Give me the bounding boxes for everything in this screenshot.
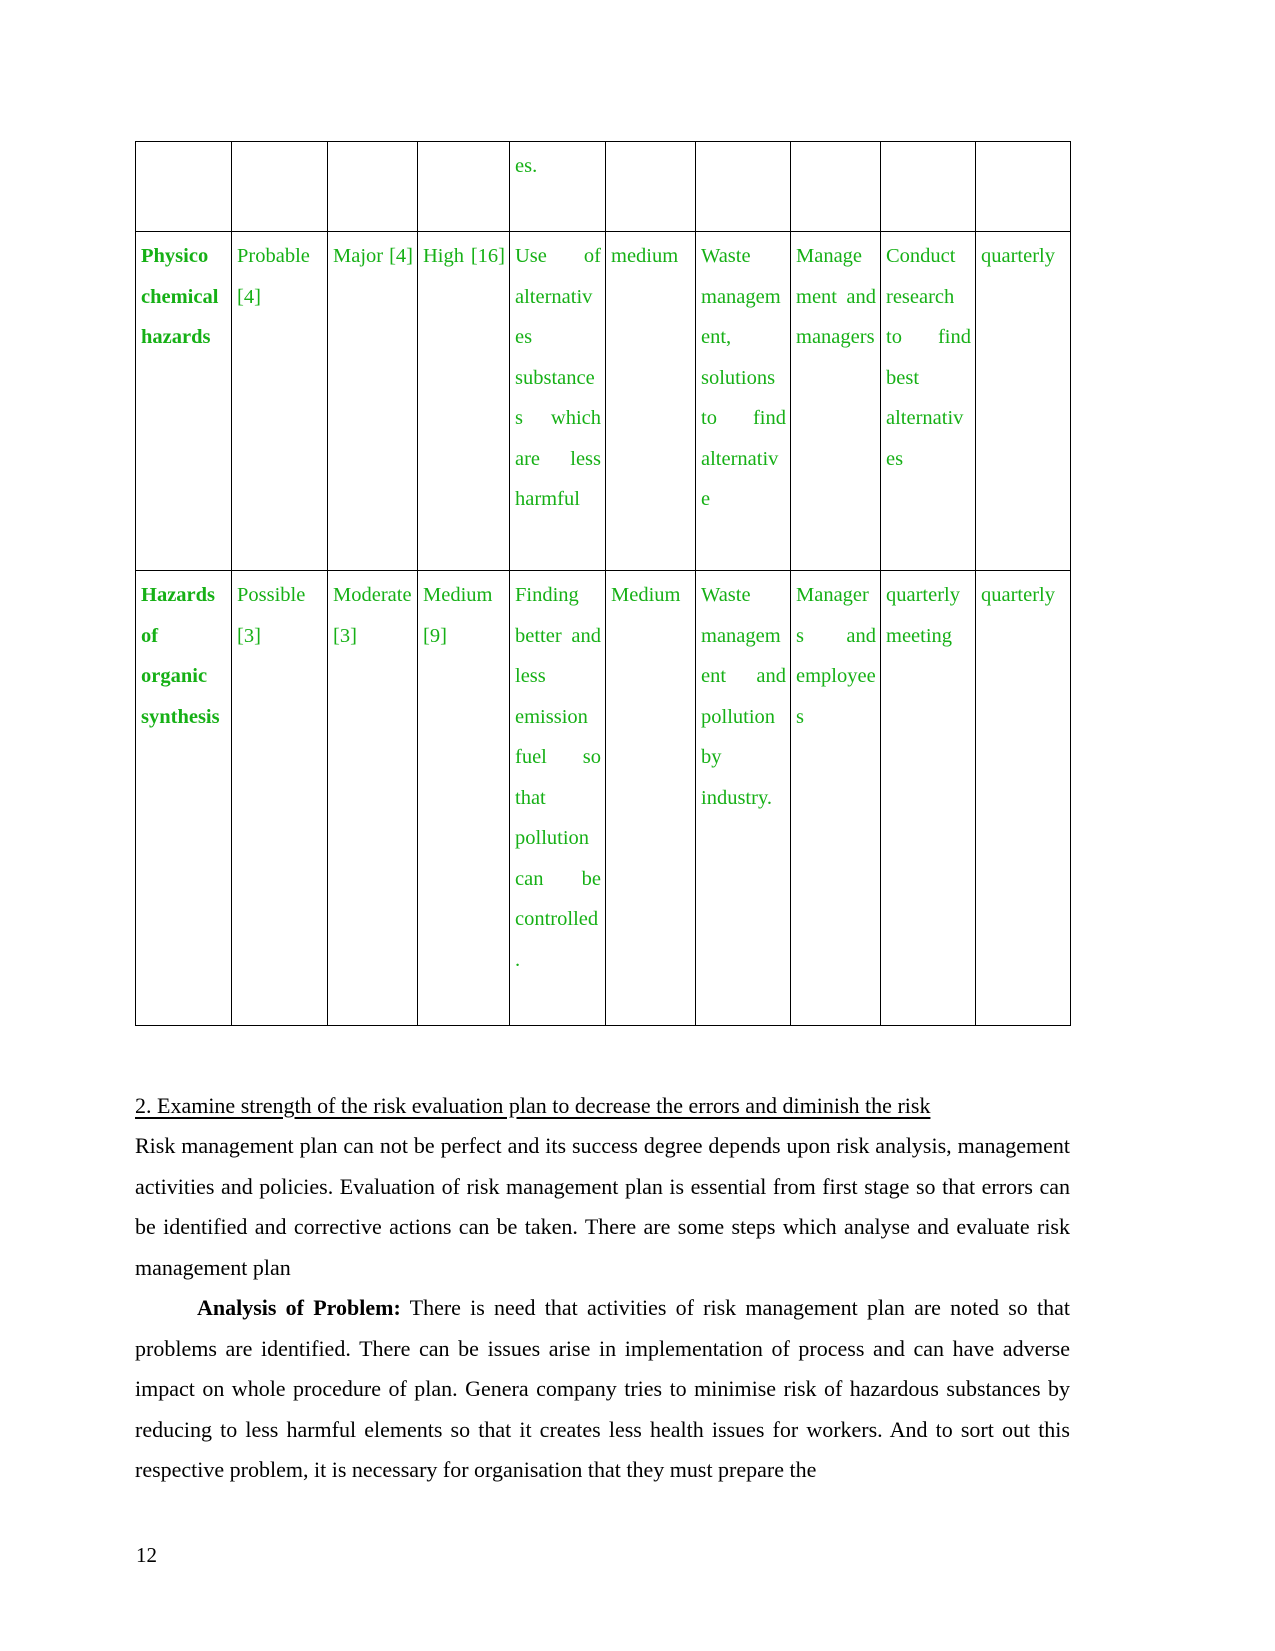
table-cell-action: Waste management and pollution by indust… xyxy=(695,570,791,1026)
cell-text xyxy=(611,146,691,187)
cell-text: Probable [4] xyxy=(237,245,310,308)
table-cell-severity: Major [4] xyxy=(327,231,418,571)
table-cell-followup: quarterly meeting xyxy=(880,570,976,1026)
table-cell-likelihood: Possible [3] xyxy=(231,570,328,1026)
table-cell xyxy=(695,141,791,232)
cell-text xyxy=(886,146,971,187)
cell-text xyxy=(237,146,323,187)
cell-text xyxy=(333,146,413,187)
table-cell xyxy=(231,141,328,232)
cell-text: Physico chemical hazards xyxy=(141,245,219,348)
cell-text xyxy=(141,146,227,187)
table-cell-frequency: quarterly xyxy=(975,570,1071,1026)
cell-text: Waste management, solutions to find alte… xyxy=(701,245,786,510)
table-cell xyxy=(135,141,232,232)
table-cell-responsible: Management and managers xyxy=(790,231,881,571)
cell-text: High [16] xyxy=(423,245,505,267)
paragraph-2: Analysis of Problem: There is need that … xyxy=(135,1288,1070,1491)
cell-text: quarterly meeting xyxy=(886,584,960,647)
page-content: es. Physico chemical hazards Probable [4… xyxy=(135,141,1071,1491)
cell-text: es. xyxy=(515,155,538,177)
cell-text: Hazards of organic synthesis xyxy=(141,584,220,728)
table-cell-residual-risk: Medium xyxy=(605,570,696,1026)
cell-text: Finding better and less emission fuel so… xyxy=(515,584,601,971)
cell-text: Managers and employees xyxy=(796,584,876,728)
table-cell-hazard-name: Physico chemical hazards xyxy=(135,231,232,571)
cell-text: quarterly xyxy=(981,245,1055,267)
body-text-block: 2. Examine strength of the risk evaluati… xyxy=(135,1086,1070,1491)
cell-text: Major [4] xyxy=(333,245,413,267)
cell-text: Moderate [3] xyxy=(333,584,412,647)
cell-text: Conduct research to find best alternativ… xyxy=(886,245,971,470)
table-cell-residual-risk: medium xyxy=(605,231,696,571)
cell-text xyxy=(981,146,1066,187)
paragraph-2-lead-in: Analysis of Problem: xyxy=(197,1295,401,1320)
cell-text xyxy=(701,146,786,187)
table-cell-risk-rating: High [16] xyxy=(417,231,510,571)
risk-assessment-table: es. Physico chemical hazards Probable [4… xyxy=(135,141,1071,1026)
cell-text: medium xyxy=(611,245,679,267)
paragraph-2-body: There is need that activities of risk ma… xyxy=(135,1295,1071,1482)
table-cell-frequency: quarterly xyxy=(975,231,1071,571)
cell-text: Medium [9] xyxy=(423,584,493,647)
table-cell-hazard-name: Hazards of organic synthesis xyxy=(135,570,232,1026)
cell-text: Possible [3] xyxy=(237,584,306,647)
table-cell-severity: Moderate [3] xyxy=(327,570,418,1026)
table-cell xyxy=(417,141,510,232)
cell-text: Use of alternatives substances which are… xyxy=(515,245,601,510)
table-cell-likelihood: Probable [4] xyxy=(231,231,328,571)
paragraph-1: Risk management plan can not be perfect … xyxy=(135,1133,1070,1280)
table-cell-followup: Conduct research to find best alternativ… xyxy=(880,231,976,571)
table-row: Hazards of organic synthesis Possible [3… xyxy=(135,570,1071,1026)
table-cell xyxy=(790,141,881,232)
table-cell-responsible: Managers and employees xyxy=(790,570,881,1026)
table-cell xyxy=(880,141,976,232)
cell-text: Management and managers xyxy=(796,245,876,348)
table-cell xyxy=(975,141,1071,232)
table-cell-risk-rating: Medium [9] xyxy=(417,570,510,1026)
section-heading: 2. Examine strength of the risk evaluati… xyxy=(135,1092,931,1118)
cell-text: Medium xyxy=(611,584,681,606)
table-cell-action: Waste management, solutions to find alte… xyxy=(695,231,791,571)
table-cell xyxy=(327,141,418,232)
table-cell-control-measure: Use of alternatives substances which are… xyxy=(509,231,606,571)
table-cell-control-measure: Finding better and less emission fuel so… xyxy=(509,570,606,1026)
page-number: 12 xyxy=(136,1543,157,1567)
table-cell: es. xyxy=(509,141,606,232)
table-row: Physico chemical hazards Probable [4] Ma… xyxy=(135,231,1071,571)
cell-text: Waste management and pollution by indust… xyxy=(701,584,786,809)
table-cell xyxy=(605,141,696,232)
table-row: es. xyxy=(135,141,1071,232)
cell-text xyxy=(423,146,505,187)
document-page: es. Physico chemical hazards Probable [4… xyxy=(0,0,1275,1651)
cell-text xyxy=(796,146,876,187)
cell-text: quarterly xyxy=(981,584,1055,606)
